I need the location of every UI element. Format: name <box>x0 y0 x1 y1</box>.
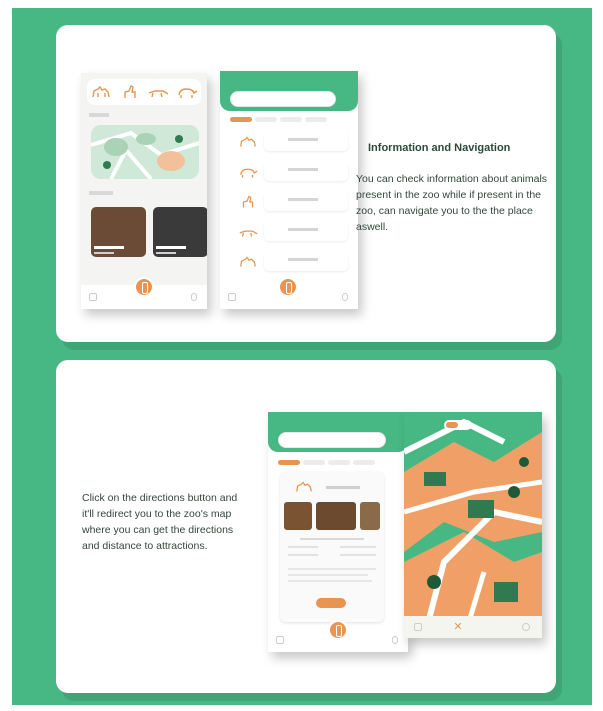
text-placeholder <box>288 168 318 171</box>
animal-name-placeholder <box>326 486 360 489</box>
event-title-placeholder <box>156 246 186 249</box>
directions-fab-button[interactable] <box>134 277 154 297</box>
phone-mockup-home <box>81 73 207 309</box>
tab-strip <box>230 117 327 122</box>
info-line <box>288 554 318 556</box>
rhino-icon <box>238 165 258 179</box>
profile-icon[interactable] <box>191 293 197 301</box>
info-line <box>288 580 372 582</box>
animal-list-item[interactable] <box>264 191 348 211</box>
directions-button[interactable] <box>316 598 346 608</box>
event-card[interactable] <box>153 207 207 257</box>
map-bottom-bar: ✕ <box>404 616 542 638</box>
phone-mockup-zoo-map: ✕ <box>404 412 542 638</box>
search-bar[interactable] <box>278 432 386 448</box>
event-subtitle-placeholder <box>94 252 114 254</box>
map-icon[interactable] <box>414 623 422 631</box>
section-description: You can check information about animals … <box>356 173 548 233</box>
home-icon[interactable] <box>276 636 284 644</box>
event-title-placeholder <box>94 246 124 249</box>
phone-mockup-animal-list <box>220 71 358 309</box>
info-line <box>340 546 376 548</box>
directions-fab-button[interactable] <box>278 277 298 297</box>
tab-active[interactable] <box>278 460 300 465</box>
tab-active[interactable] <box>230 117 252 122</box>
map-section-label <box>89 113 109 117</box>
zoo-map[interactable] <box>404 412 542 638</box>
animal-list-item[interactable] <box>264 221 348 241</box>
info-line <box>340 554 376 556</box>
crocodile-icon <box>238 225 258 239</box>
rhino-icon[interactable] <box>176 85 198 99</box>
animal-list-item[interactable] <box>264 131 348 151</box>
category-row <box>87 79 201 105</box>
home-icon[interactable] <box>228 293 236 301</box>
animal-photo <box>316 502 356 530</box>
camel-icon <box>238 135 258 149</box>
tab[interactable] <box>353 460 375 465</box>
section-heading: Information and Navigation <box>368 142 511 154</box>
home-icon[interactable] <box>89 293 97 301</box>
text-placeholder <box>288 228 318 231</box>
tab[interactable] <box>255 117 277 122</box>
animal-photo <box>284 502 312 530</box>
location-icon[interactable] <box>522 623 530 631</box>
camel-icon[interactable] <box>90 85 112 99</box>
animal-detail-card <box>280 472 384 622</box>
animal-photo <box>360 502 380 530</box>
tab[interactable] <box>305 117 327 122</box>
camel-icon <box>238 255 258 269</box>
feature-card-directions: Click on the directions button and it'll… <box>56 360 556 693</box>
feature-card-information-navigation: Information and Navigation You can check… <box>56 25 556 342</box>
tab[interactable] <box>303 460 325 465</box>
section-description: Click on the directions button and it'll… <box>82 492 238 552</box>
tab[interactable] <box>328 460 350 465</box>
text-placeholder <box>288 138 318 141</box>
events-section-label <box>89 191 113 195</box>
tab-strip <box>278 460 375 465</box>
search-bar[interactable] <box>230 91 336 107</box>
tab[interactable] <box>280 117 302 122</box>
phone-mockup-animal-detail <box>268 412 408 652</box>
info-line <box>288 546 318 548</box>
giraffe-icon[interactable] <box>119 85 141 99</box>
close-icon[interactable]: ✕ <box>452 621 464 633</box>
info-line <box>288 568 376 570</box>
crocodile-icon[interactable] <box>147 85 169 99</box>
info-line <box>288 574 368 576</box>
camel-icon <box>294 480 314 494</box>
directions-fab-button[interactable] <box>328 620 348 640</box>
giraffe-icon <box>238 195 258 209</box>
profile-icon[interactable] <box>342 293 348 301</box>
animal-list-item[interactable] <box>264 251 348 271</box>
profile-icon[interactable] <box>392 636 398 644</box>
mini-map-preview[interactable] <box>91 125 199 179</box>
text-placeholder <box>288 258 318 261</box>
event-card[interactable] <box>91 207 146 257</box>
text-placeholder <box>288 198 318 201</box>
event-subtitle-placeholder <box>156 252 176 254</box>
animal-list-item[interactable] <box>264 161 348 181</box>
info-line <box>300 538 364 540</box>
